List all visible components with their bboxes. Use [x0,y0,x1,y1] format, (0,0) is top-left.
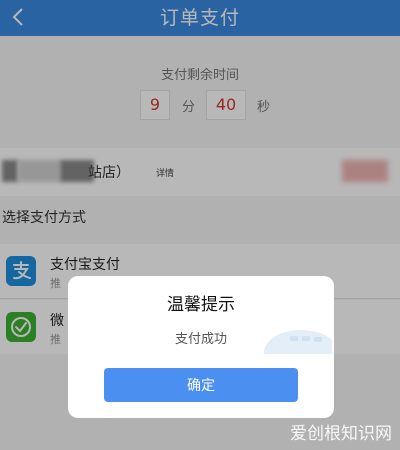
alert-dialog: 温馨提示 支付成功 确定 [68,276,334,418]
dialog-title: 温馨提示 [167,295,235,315]
confirm-button[interactable]: 确定 [104,368,298,402]
watermark: 爱创根知识网 [290,419,392,444]
watermark-text: 爱创根知识网 [290,424,392,444]
order-payment-page: 订单支付 支付剩余时间 9 分 40 秒 站店） 详情 选择支付方式 支付宝支付… [0,0,400,450]
dialog-message: 支付成功 [174,332,227,347]
